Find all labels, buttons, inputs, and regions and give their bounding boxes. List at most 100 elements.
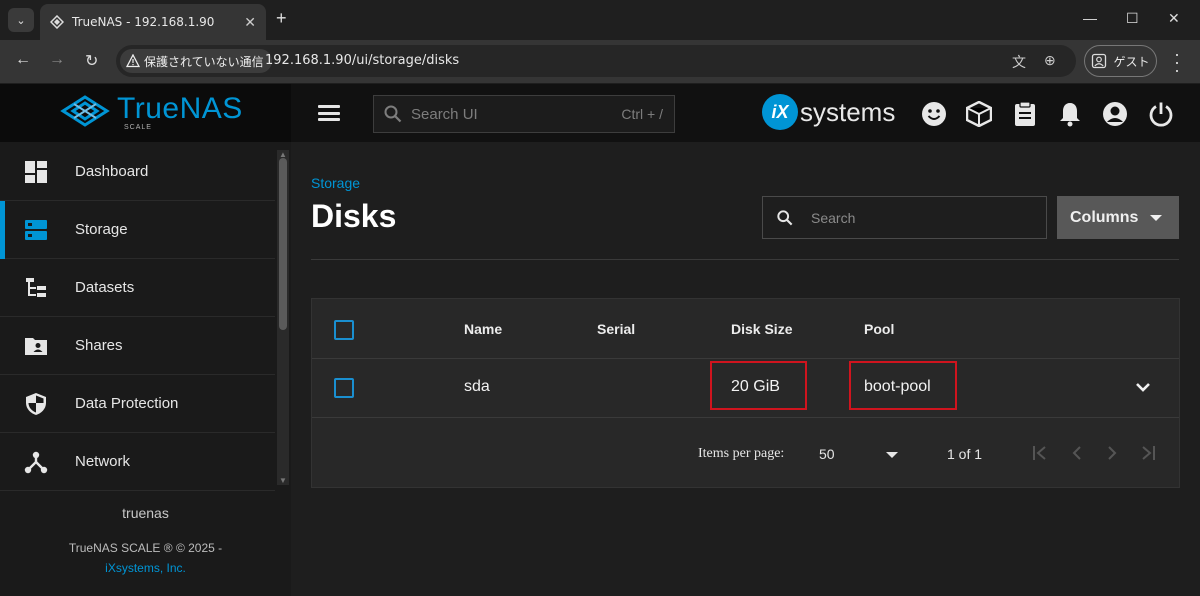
tasks-clipboard-icon[interactable] xyxy=(1012,101,1038,127)
disk-search-placeholder: Search xyxy=(811,210,856,226)
sidebar-item-label: Network xyxy=(75,453,131,470)
column-header-serial[interactable]: Serial xyxy=(597,321,635,337)
security-label: 保護されていない通信 xyxy=(144,54,264,69)
zoom-icon[interactable]: ⊕ xyxy=(1044,52,1056,69)
back-arrow-icon[interactable]: ← xyxy=(15,51,31,69)
page-title: Disks xyxy=(311,198,397,234)
warning-icon xyxy=(126,54,140,68)
previous-page-icon[interactable] xyxy=(1067,443,1087,463)
sidebar-item-dashboard[interactable]: Dashboard xyxy=(0,143,275,201)
tab-title: TrueNAS - 192.168.1.90 xyxy=(72,15,215,29)
shares-icon xyxy=(25,338,47,355)
sidebar-scrollbar[interactable]: ▲ ▼ xyxy=(277,150,289,485)
expand-chevron-icon[interactable] xyxy=(1134,378,1152,396)
sidebar-item-datasets[interactable]: Datasets xyxy=(0,259,275,317)
window-close-icon[interactable]: ✕ xyxy=(1168,10,1180,27)
scroll-thumb[interactable] xyxy=(279,158,287,330)
browser-titlebar: ⌄ TrueNAS - 192.168.1.90 ✕ + — ☐ ✕ xyxy=(0,0,1200,40)
new-tab-button[interactable]: + xyxy=(276,8,287,29)
reload-icon[interactable]: ↻ xyxy=(85,51,98,71)
dashboard-icon xyxy=(25,161,47,183)
column-header-name[interactable]: Name xyxy=(464,321,502,337)
storage-icon xyxy=(25,220,47,240)
ix-badge: iX xyxy=(762,94,798,130)
global-search-shortcut: Ctrl + / xyxy=(621,106,663,122)
select-all-checkbox[interactable] xyxy=(334,320,354,340)
browser-tab[interactable]: TrueNAS - 192.168.1.90 ✕ xyxy=(40,4,266,40)
sidebar-item-shares[interactable]: Shares xyxy=(0,317,275,375)
profile-icon xyxy=(1092,53,1107,69)
address-bar[interactable]: 保護されていない通信 192.168.1.90/ui/storage/disks… xyxy=(116,45,1076,77)
menu-toggle-icon[interactable] xyxy=(318,105,340,121)
truenas-favicon-icon xyxy=(50,15,64,29)
cell-disk-size: 20 GiB xyxy=(731,378,780,395)
url-text[interactable]: 192.168.1.90/ui/storage/disks xyxy=(265,53,459,68)
ix-systems-text: systems xyxy=(800,96,896,127)
cell-pool: boot-pool xyxy=(864,378,931,395)
browser-toolbar: ← → ↻ 保護されていない通信 192.168.1.90/ui/storage… xyxy=(0,40,1200,83)
page-range: 1 of 1 xyxy=(947,446,983,462)
datasets-icon xyxy=(26,278,46,297)
profile-button[interactable]: ゲスト xyxy=(1084,45,1157,77)
sidebar-item-storage[interactable]: Storage xyxy=(0,201,275,259)
minimize-icon[interactable]: — xyxy=(1083,10,1097,26)
columns-label: Columns xyxy=(1070,208,1139,226)
truecommand-icon[interactable] xyxy=(966,101,992,127)
network-icon xyxy=(24,451,48,474)
tab-search-button[interactable]: ⌄ xyxy=(8,8,34,32)
truenas-logo-icon xyxy=(60,95,110,127)
logo-area[interactable]: TrueNAS SCALE xyxy=(0,84,291,142)
disk-search-input[interactable]: Search xyxy=(762,196,1047,239)
sidebar-item-label: Storage xyxy=(75,221,128,238)
next-page-icon[interactable] xyxy=(1102,443,1122,463)
paginator: Items per page: 50 1 of 1 xyxy=(312,419,1179,487)
browser-menu-icon[interactable]: · · · xyxy=(1174,45,1180,79)
sidebar-item-label: Datasets xyxy=(75,279,135,296)
sidebar-item-label: Data Protection xyxy=(75,395,179,412)
sidebar-item-label: Shares xyxy=(75,337,123,354)
divider xyxy=(311,259,1179,260)
sidebar-item-label: Dashboard xyxy=(75,163,149,180)
last-page-icon[interactable] xyxy=(1138,443,1158,463)
translate-icon[interactable]: 文 xyxy=(1012,52,1026,72)
shield-icon xyxy=(26,393,46,415)
account-circle-icon[interactable] xyxy=(1102,101,1128,127)
profile-label: ゲスト xyxy=(1113,54,1150,69)
sidebar-item-data-protection[interactable]: Data Protection xyxy=(0,375,275,433)
cell-name: sda xyxy=(464,378,490,395)
copyright: TrueNAS SCALE ® © 2025 - xyxy=(68,541,223,555)
search-icon xyxy=(384,105,402,123)
table-header: Name Serial Disk Size Pool xyxy=(312,299,1179,359)
columns-button[interactable]: Columns xyxy=(1057,196,1179,239)
global-search-input[interactable]: Search UI Ctrl + / xyxy=(373,95,675,133)
active-indicator xyxy=(0,201,5,259)
column-header-pool[interactable]: Pool xyxy=(864,321,894,337)
tab-close-icon[interactable]: ✕ xyxy=(244,14,256,31)
row-checkbox[interactable] xyxy=(334,378,354,398)
scroll-down-icon[interactable]: ▼ xyxy=(279,476,287,485)
forward-arrow-icon[interactable]: → xyxy=(49,51,65,69)
chevron-down-icon[interactable] xyxy=(886,452,898,458)
logo-text: TrueNAS xyxy=(117,92,243,125)
company-link[interactable]: iXsystems, Inc. xyxy=(0,561,291,575)
feedback-smiley-icon[interactable] xyxy=(921,101,947,127)
global-search-placeholder: Search UI xyxy=(411,106,478,123)
items-per-page-label: Items per page: xyxy=(698,446,785,461)
column-header-disk-size[interactable]: Disk Size xyxy=(731,321,792,337)
first-page-icon[interactable] xyxy=(1030,443,1050,463)
table-row[interactable]: sda 20 GiB boot-pool xyxy=(312,359,1179,418)
disks-table: Name Serial Disk Size Pool sda 20 GiB bo… xyxy=(311,298,1180,488)
app-header: TrueNAS SCALE Search UI Ctrl + / iX syst… xyxy=(0,84,1200,142)
ixsystems-logo[interactable]: iX systems xyxy=(762,94,895,130)
hostname: truenas xyxy=(122,505,169,521)
items-per-page-select[interactable]: 50 xyxy=(819,446,835,462)
sidebar-item-network[interactable]: Network xyxy=(0,433,275,491)
power-icon[interactable] xyxy=(1148,101,1174,127)
breadcrumb[interactable]: Storage xyxy=(311,175,360,191)
logo-subtitle: SCALE xyxy=(124,124,152,131)
chevron-down-icon xyxy=(1150,215,1162,221)
notifications-bell-icon[interactable] xyxy=(1057,101,1083,127)
maximize-icon[interactable]: ☐ xyxy=(1126,10,1139,27)
security-chip[interactable]: 保護されていない通信 xyxy=(120,49,272,73)
search-icon xyxy=(777,210,793,226)
